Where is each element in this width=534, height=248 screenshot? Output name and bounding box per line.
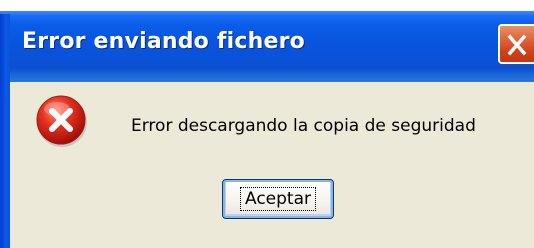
error-dialog: Error enviando fichero Error descargando… (0, 0, 534, 248)
accept-button-label: Aceptar (240, 187, 316, 211)
accept-button[interactable]: Aceptar (222, 179, 334, 219)
window-left-border (0, 14, 10, 248)
title-bar[interactable]: Error enviando fichero (0, 0, 534, 82)
close-button[interactable] (498, 24, 534, 64)
error-message: Error descargando la copia de seguridad (131, 116, 476, 136)
window-title: Error enviando fichero (22, 29, 305, 54)
error-icon (36, 95, 87, 147)
dialog-body: Error descargando la copia de seguridad … (10, 82, 534, 248)
titlebar-top-strip (0, 0, 534, 11)
close-icon (507, 34, 527, 56)
